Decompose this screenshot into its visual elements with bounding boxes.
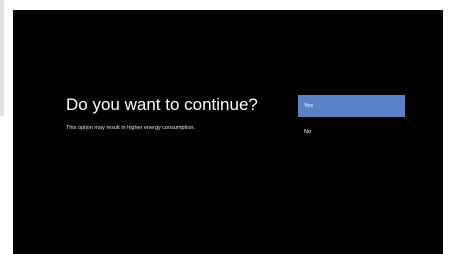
dialog-title: Do you want to continue? (66, 95, 258, 114)
option-yes[interactable]: Yes (298, 95, 405, 117)
dialog-message: This option may result in higher energy … (66, 125, 196, 131)
background-strip (0, 0, 4, 116)
tv-screen: Do you want to continue? This option may… (13, 10, 443, 254)
options-list: Yes No (298, 95, 405, 143)
option-no[interactable]: No (298, 121, 405, 143)
